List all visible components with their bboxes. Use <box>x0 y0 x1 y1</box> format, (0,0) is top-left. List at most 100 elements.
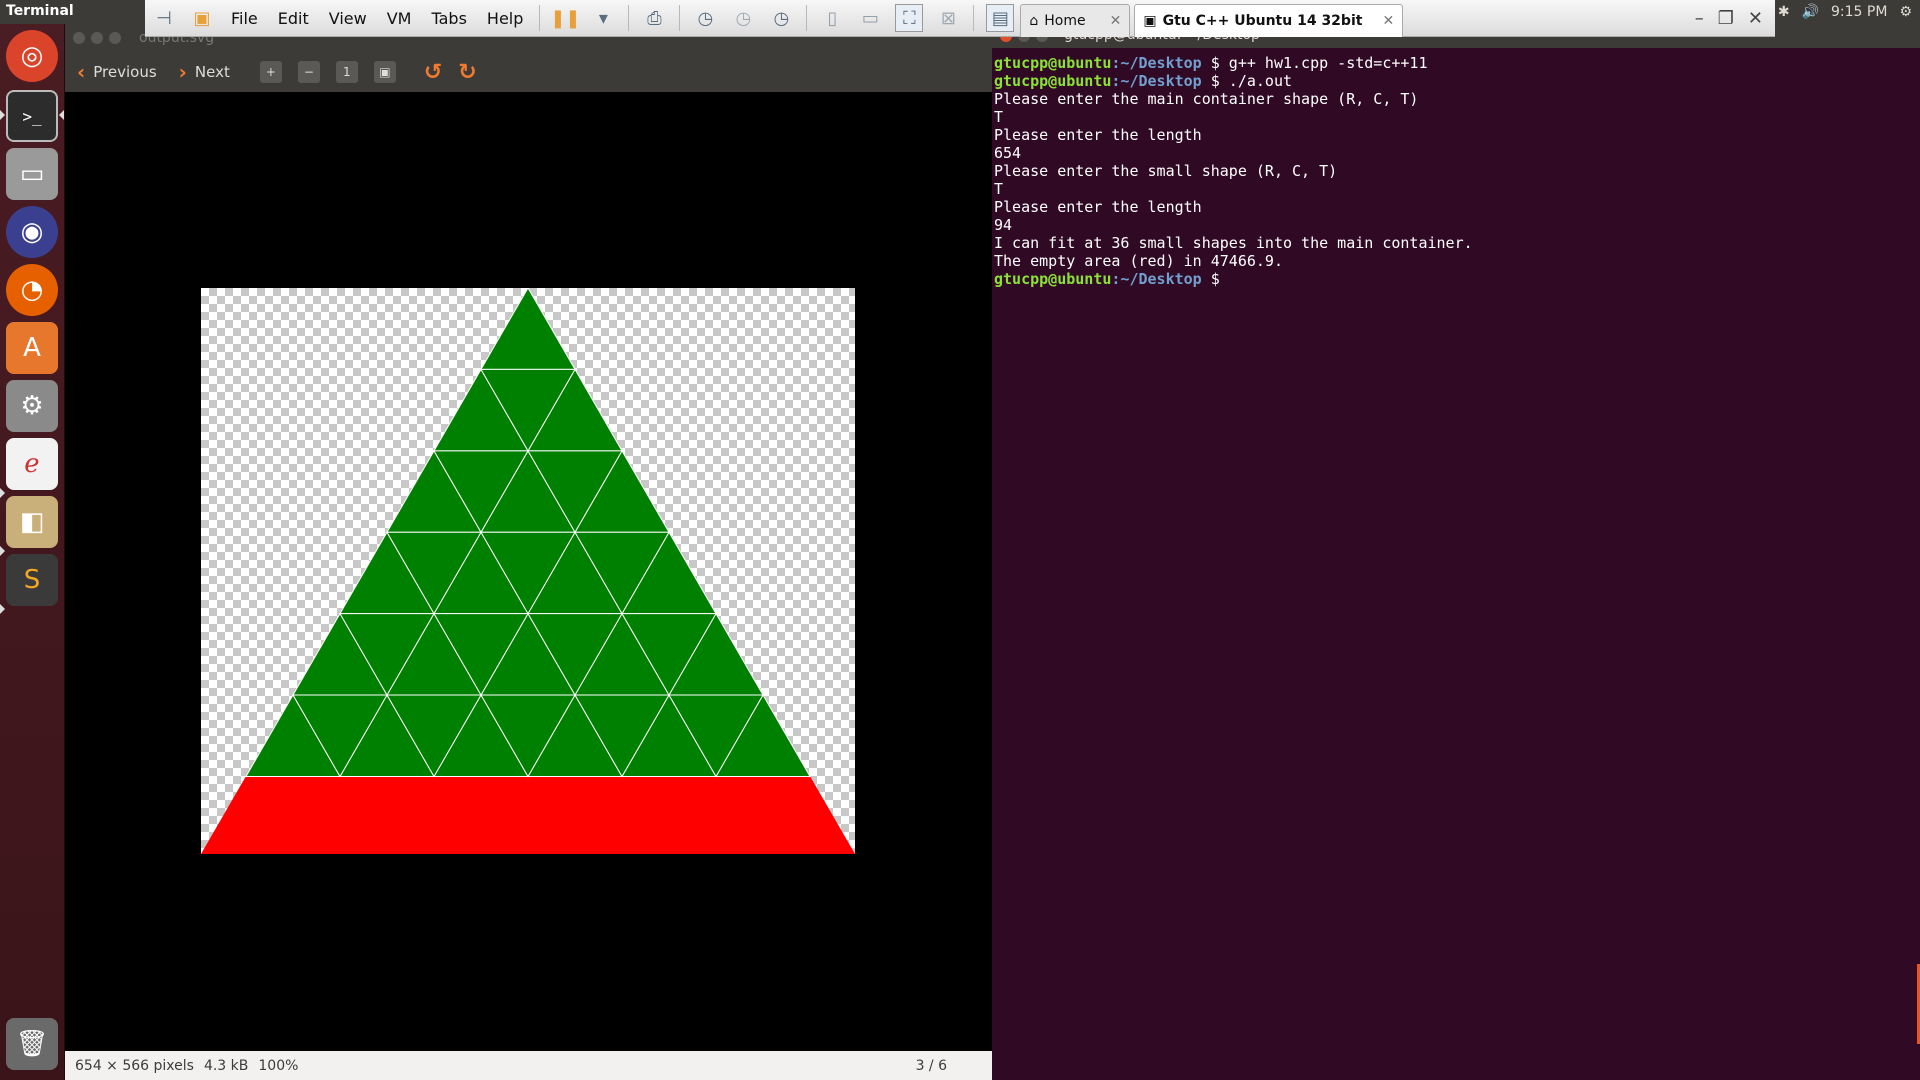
output-line: 94 <box>994 216 1013 234</box>
chevron-right-icon: › <box>178 60 187 84</box>
running-indicator <box>0 110 5 120</box>
previous-button[interactable]: ‹ Previous <box>77 60 157 84</box>
focused-indicator <box>59 110 64 120</box>
best-fit-icon[interactable]: ▣ <box>373 61 396 83</box>
restore-icon[interactable]: ❐ <box>1718 8 1734 29</box>
small-triangles <box>245 287 811 778</box>
pause-icon[interactable]: ❚❚ <box>550 5 580 31</box>
output-line: Please enter the length <box>994 126 1202 144</box>
close-tab-icon[interactable]: ✕ <box>1110 13 1122 29</box>
close-icon[interactable] <box>73 32 85 44</box>
show-library-icon[interactable]: ▯ <box>819 5 845 31</box>
minimize-icon[interactable] <box>91 32 103 44</box>
close-icon[interactable]: ✕ <box>1748 8 1763 29</box>
sublime-text-icon[interactable]: S <box>6 554 58 606</box>
vmware-menubar: File Edit View VM Tabs Help <box>221 9 533 28</box>
output-line: T <box>994 108 1004 126</box>
next-label: Next <box>194 63 230 81</box>
vmware-logo-icon: ▣ <box>193 7 211 29</box>
menu-help[interactable]: Help <box>487 9 523 28</box>
next-button[interactable]: › Next <box>179 60 230 84</box>
unity-icon[interactable]: ⊠ <box>935 5 961 31</box>
maximize-icon[interactable] <box>109 32 121 44</box>
vmware-toolbar: ⊣ ▣ File Edit View VM Tabs Help ❚❚ ▾ ⎙ ◷ ◷ ◷ … <box>145 0 1775 37</box>
zoom-level: 100% <box>258 1057 299 1074</box>
vm-icon: ▣ <box>1143 12 1157 29</box>
terminal-icon[interactable]: >_ <box>6 90 58 142</box>
image-viewer-icon[interactable]: ◧ <box>6 496 58 548</box>
revert-snapshot-icon[interactable]: ◷ <box>730 5 756 31</box>
separator <box>539 5 541 31</box>
trash-icon[interactable]: 🗑 <box>6 1018 58 1070</box>
output-line: Please enter the small shape (R, C, T) <box>994 162 1338 180</box>
menu-file[interactable]: File <box>231 9 258 28</box>
small-triangle-up <box>480 287 576 370</box>
separator <box>679 5 681 31</box>
running-indicator <box>0 546 5 556</box>
output-line: Please enter the main container shape (R… <box>994 90 1419 108</box>
terminal-output[interactable]: gtucpp@ubuntu:~/Desktop $ g++ hw1.cpp -s… <box>994 54 1473 288</box>
menu-view[interactable]: View <box>329 9 367 28</box>
image-canvas <box>65 92 992 1075</box>
separator <box>806 5 808 31</box>
chevron-left-icon: ‹ <box>77 60 86 84</box>
running-indicator <box>0 488 5 498</box>
menu-vm[interactable]: VM <box>387 9 412 28</box>
rotate-right-icon[interactable]: ↻ <box>458 60 476 85</box>
bluetooth-icon[interactable]: ✱ <box>1778 4 1790 20</box>
full-screen-icon[interactable]: ⛶ <box>895 4 924 32</box>
firefox-icon[interactable]: ◔ <box>6 264 58 316</box>
displayed-image <box>201 287 855 854</box>
separator <box>973 5 975 31</box>
tab-label: Gtu C++ Ubuntu 14 32bit <box>1162 12 1363 29</box>
image-viewer-window: output.svg ‹ Previous › Next + − 1 ▣ ↺ ↻… <box>65 24 992 1080</box>
close-tab-icon[interactable]: ✕ <box>1382 13 1394 29</box>
previous-label: Previous <box>93 63 157 81</box>
pin-icon[interactable]: ⊣ <box>151 5 177 31</box>
tab-home[interactable]: ⌂ Home ✕ <box>1020 3 1131 37</box>
menu-edit[interactable]: Edit <box>278 9 309 28</box>
file-size: 4.3 kB <box>203 1057 249 1074</box>
system-settings-icon[interactable]: ⚙ <box>6 380 58 432</box>
minimize-icon[interactable]: – <box>1695 8 1704 29</box>
image-dimensions: 654 × 566 pixels <box>75 1057 194 1074</box>
launcher: ◎ >_ ▭ ◉ ◔ A ⚙ ℯ ◧ S 🗑 <box>0 24 65 1080</box>
eclipse-icon[interactable]: ◉ <box>6 206 58 258</box>
snapshot-manager-icon[interactable]: ◷ <box>768 5 794 31</box>
active-app-title: Terminal <box>6 3 74 19</box>
send-ctrl-alt-del-icon[interactable]: ⎙ <box>641 5 667 31</box>
volume-icon[interactable]: 🔊 <box>1802 4 1819 20</box>
image-position: 3 / 6 <box>915 1057 947 1074</box>
running-indicator <box>0 604 5 614</box>
viewer-statusbar: 654 × 566 pixels 4.3 kB 100% 3 / 6 <box>65 1051 992 1080</box>
program-output: Please enter the main container shape (R… <box>994 90 1473 270</box>
output-line: T <box>994 180 1004 198</box>
gear-icon[interactable]: ⚙ <box>1899 4 1912 20</box>
output-line: Please enter the length <box>994 198 1202 216</box>
document-viewer-icon[interactable]: ℯ <box>6 438 58 490</box>
zoom-out-icon[interactable]: − <box>297 61 320 83</box>
tab-vm[interactable]: ▣ Gtu C++ Ubuntu 14 32bit ✕ <box>1134 3 1404 37</box>
window-controls <box>73 32 121 44</box>
rotate-left-icon[interactable]: ↺ <box>424 60 442 85</box>
command-line: gtucpp@ubuntu:~/Desktop $ <box>994 270 1220 288</box>
files-icon[interactable]: ▭ <box>6 148 58 200</box>
console-view-icon[interactable]: ▤ <box>986 4 1015 32</box>
dash-home-icon[interactable]: ◎ <box>6 30 58 82</box>
zoom-in-icon[interactable]: + <box>259 61 282 83</box>
thumbnail-bar-icon[interactable]: ▭ <box>857 5 883 31</box>
command-line: gtucpp@ubuntu:~/Desktop $ ./a.out <box>994 72 1293 90</box>
output-line: I can fit at 36 small shapes into the ma… <box>994 234 1473 252</box>
viewer-toolbar: ‹ Previous › Next + − 1 ▣ ↺ ↻ <box>65 52 992 92</box>
tab-label: Home <box>1044 12 1086 29</box>
terminal-window: gtucpp@ubuntu: ~/Desktop gtucpp@ubuntu:~… <box>992 24 1920 1080</box>
menu-tabs[interactable]: Tabs <box>431 9 466 28</box>
home-icon: ⌂ <box>1029 12 1039 29</box>
snapshot-icon[interactable]: ◷ <box>692 5 718 31</box>
software-center-icon[interactable]: A <box>6 322 58 374</box>
clock[interactable]: 9:15 PM <box>1831 4 1887 20</box>
dropdown-icon[interactable]: ▾ <box>590 5 616 31</box>
output-line: The empty area (red) in 47466.9. <box>994 252 1283 270</box>
panel-indicators: ✱ 🔊 9:15 PM ⚙ <box>1778 0 1920 24</box>
normal-size-icon[interactable]: 1 <box>335 61 358 83</box>
